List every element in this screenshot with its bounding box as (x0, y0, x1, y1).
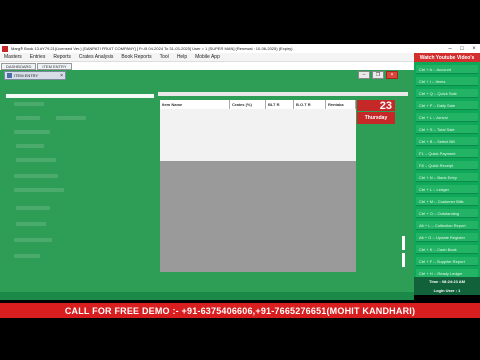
col-blt-r[interactable]: BLT R (266, 100, 294, 109)
col-crates[interactable]: Crates (%) (230, 100, 266, 109)
close-window-button[interactable]: × (468, 44, 480, 53)
session-info: Time : 08:24:23 AM Login User : 1 (414, 277, 480, 295)
window-icon (7, 73, 12, 78)
date-day-badge: 23 (357, 100, 395, 112)
grid-body-rows[interactable] (160, 109, 356, 161)
placeholder-line (14, 238, 52, 242)
placeholder-line (16, 144, 44, 148)
shortcut-quick-payment[interactable]: F1 :- Quick Payment (416, 149, 478, 158)
mdi-controls: – ❐ × (356, 71, 398, 79)
menu-bar: Masters Entries Reports Crates Analysis … (0, 53, 480, 62)
shortcut-total-sale[interactable]: Ctrl + S :- Total Sale (416, 125, 478, 134)
shortcut-quick-sale[interactable]: Ctrl + Q :- Quick Sale (416, 89, 478, 98)
weekday-badge: Thursday (357, 112, 395, 124)
tab-dashboard[interactable]: DASHBOARD (1, 62, 37, 70)
placeholder-line (16, 116, 40, 120)
menu-masters[interactable]: Masters (4, 54, 22, 60)
shortcut-sidebar: Watch Youtube Video's Ctrl + A :- Accoun… (414, 53, 480, 295)
shortcut-cash-book[interactable]: Ctrl + K :- Cash Book (416, 245, 478, 254)
col-item-name[interactable]: Item Name (160, 100, 230, 109)
placeholder-line (56, 116, 86, 120)
watch-youtube-button[interactable]: Watch Youtube Video's (414, 53, 480, 62)
mdi-restore-button[interactable]: ❐ (372, 71, 384, 79)
item-entry-window-label: ITEM ENTRY (14, 73, 39, 78)
grid-header-row: Item Name Crates (%) BLT R B.O.T R Renta… (160, 100, 356, 109)
app-icon (2, 45, 8, 52)
placeholder-line (16, 222, 46, 226)
scroll-segment (402, 253, 405, 267)
placeholder-line (16, 158, 56, 162)
menu-help[interactable]: Help (177, 54, 187, 60)
shortcut-outstanding[interactable]: Ctrl + O :- Outstanding (416, 209, 478, 218)
shortcut-daily-sale[interactable]: Ctrl + P :- Daily Sale (416, 101, 478, 110)
minimize-button[interactable]: – (444, 44, 456, 53)
window-title: Marg® Book 13.#Y79.21(Licensed Ver.) [GA… (11, 46, 293, 51)
grid-toolbar (158, 92, 408, 96)
item-grid: Item Name Crates (%) BLT R B.O.T R Renta… (160, 100, 356, 272)
shortcut-ledger[interactable]: Ctrl + L :- Ledger (416, 185, 478, 194)
mdi-minimize-button[interactable]: – (358, 71, 370, 79)
shortcut-supplier-report[interactable]: Ctrl + F :- Supplier Report (416, 257, 478, 266)
item-entry-window-header[interactable]: ITEM ENTRY × (4, 71, 66, 80)
shortcut-update-register[interactable]: Alt + G :- Update Register (416, 233, 478, 242)
maximize-button[interactable]: □ (456, 44, 468, 53)
tab-item-entry[interactable]: ITEM ENTRY (37, 62, 72, 70)
current-time: Time : 08:24:23 AM (428, 279, 465, 284)
shortcut-bank-entry[interactable]: Ctrl + N :- Bank Entry (416, 173, 478, 182)
side-scroll-indicator[interactable] (402, 236, 408, 276)
shortcut-quick-receipt[interactable]: F8 :- Quick Receipt (416, 161, 478, 170)
mdi-close-button[interactable]: × (386, 71, 398, 79)
menu-reports[interactable]: Reports (53, 54, 71, 60)
close-icon[interactable]: × (60, 73, 63, 79)
menu-tool[interactable]: Tool (160, 54, 169, 60)
shortcut-items[interactable]: Ctrl + I :- Items (416, 77, 478, 86)
placeholder-line (16, 206, 50, 210)
menu-mobile-app[interactable]: Mobile App (195, 54, 220, 60)
shortcut-customer-bills[interactable]: Ctrl + M :- Customer Bills (416, 197, 478, 206)
login-user: Login User : 1 (433, 288, 461, 293)
menu-crates-analysis[interactable]: Crates Analysis (79, 54, 113, 60)
shortcut-account[interactable]: Ctrl + A :- Account (416, 65, 478, 74)
placeholder-line (14, 102, 44, 106)
tab-bar: DASHBOARD ITEM ENTRY (0, 62, 414, 70)
placeholder-line (14, 130, 50, 134)
scroll-segment (402, 236, 405, 250)
menu-entries[interactable]: Entries (30, 54, 46, 60)
shortcut-arrival[interactable]: Ctrl + L :- Arrival (416, 113, 478, 122)
title-bar: Marg® Book 13.#Y79.21(Licensed Ver.) [GA… (0, 44, 480, 53)
left-panel (6, 98, 154, 278)
shortcut-collection-report[interactable]: Alt + L :- Collection Report (416, 221, 478, 230)
placeholder-line (14, 174, 58, 178)
menu-book-reports[interactable]: Book Reports (121, 54, 151, 60)
col-rentaka[interactable]: Rentaka (326, 100, 356, 109)
placeholder-line (14, 254, 40, 258)
shortcut-select-bill[interactable]: Ctrl + B :- Select Bill (416, 137, 478, 146)
status-bar (0, 292, 414, 300)
demo-call-banner: CALL FOR FREE DEMO :- +91-6375406606,+91… (0, 303, 480, 318)
placeholder-line (14, 188, 64, 192)
col-bot-r[interactable]: B.O.T R (294, 100, 326, 109)
